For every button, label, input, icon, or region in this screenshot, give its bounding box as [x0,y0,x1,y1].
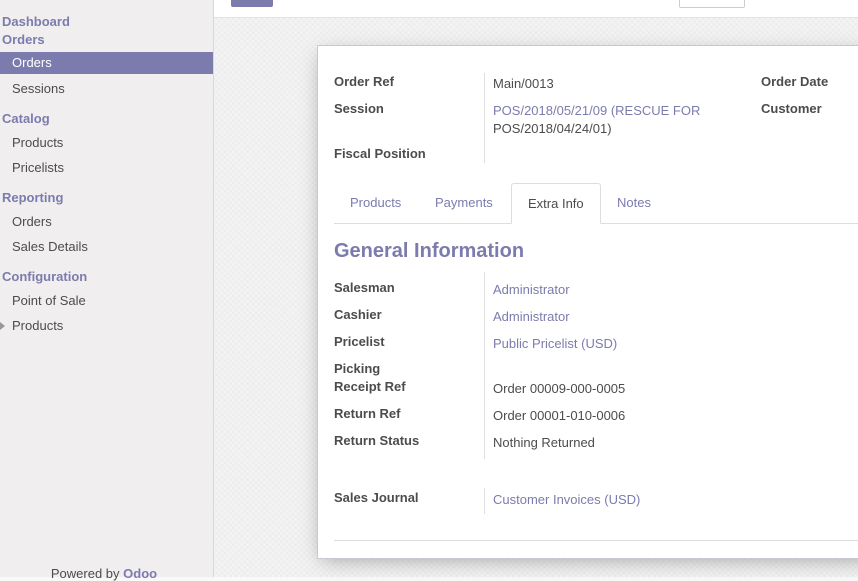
cashier-link[interactable]: Administrator [493,309,570,324]
return-status-label: Return Status [334,433,420,448]
sidebar: Dashboard Orders Orders Sessions Catalog… [0,0,214,581]
customer-label: Customer [761,101,822,116]
sales-journal-link[interactable]: Customer Invoices (USD) [493,492,640,507]
picking-label: Picking [334,361,381,376]
sidebar-dashboard[interactable]: Dashboard [2,14,70,29]
salesman-link[interactable]: Administrator [493,282,570,297]
sidebar-item-pricelists[interactable]: Pricelists [12,160,64,175]
return-ref-label: Return Ref [334,406,401,421]
order-date-label: Order Date [761,74,829,89]
return-status-value: Nothing Returned [493,435,595,450]
order-ref-label: Order Ref [334,74,394,89]
sidebar-item-sales-details[interactable]: Sales Details [12,239,88,254]
tab-products[interactable]: Products [334,183,417,222]
sidebar-header-orders: Orders [2,32,45,47]
session-link[interactable]: POS/2018/05/21/09 (RESCUE FOR [493,103,700,118]
sidebar-item-products[interactable]: Products [12,135,63,150]
pricelist-label: Pricelist [334,334,385,349]
session-label: Session [334,101,384,116]
cashier-label: Cashier [334,307,382,322]
pager-box[interactable] [679,0,745,8]
sidebar-header-configuration: Configuration [2,269,88,284]
receipt-ref-value: Order 00009-000-0005 [493,381,626,396]
notebook-tabs: Products Payments Extra Info Notes [334,183,858,224]
sidebar-item-orders[interactable]: Orders [0,52,213,74]
field-separator [484,73,485,163]
section-divider [334,540,858,541]
control-panel [214,0,858,18]
sidebar-item-reporting-orders[interactable]: Orders [12,214,52,229]
salesman-label: Salesman [334,280,395,295]
sidebar-header-reporting: Reporting [2,190,64,205]
tab-notes[interactable]: Notes [601,183,667,222]
fiscal-position-label: Fiscal Position [334,146,426,161]
sidebar-header-catalog: Catalog [2,111,50,126]
order-ref-value: Main/0013 [493,76,554,91]
field-separator [484,272,485,459]
receipt-ref-label: Receipt Ref [334,379,406,394]
session-link-continued[interactable]: POS/2018/04/24/01) [493,121,612,136]
field-separator [484,488,485,514]
sidebar-item-config-products[interactable]: Products [12,318,63,333]
primary-action-button[interactable] [231,0,273,7]
return-ref-value: Order 00001-010-0006 [493,408,626,423]
section-title: General Information [334,240,525,262]
powered-by: Powered by Odoo [0,566,208,581]
powered-by-text: Powered by [50,566,120,581]
sidebar-item-sessions[interactable]: Sessions [12,81,65,96]
tab-extra-info[interactable]: Extra Info [511,183,601,224]
caret-right-icon[interactable] [0,322,5,330]
sidebar-item-point-of-sale[interactable]: Point of Sale [12,293,86,308]
odoo-link[interactable]: Odoo [123,566,157,581]
tab-payments[interactable]: Payments [419,183,509,222]
sales-journal-label: Sales Journal [334,490,419,505]
pricelist-link[interactable]: Public Pricelist (USD) [493,336,617,351]
